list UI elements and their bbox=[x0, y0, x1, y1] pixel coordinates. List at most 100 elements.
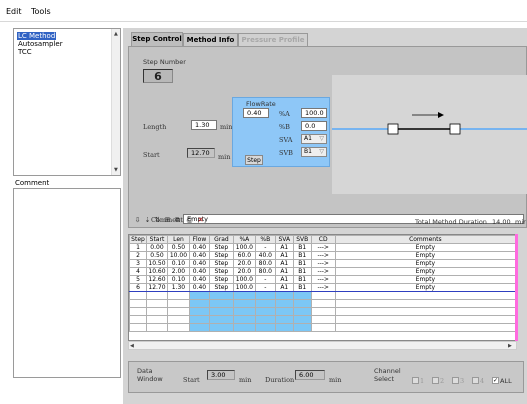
svb-select[interactable]: B1 ▽ bbox=[301, 147, 327, 157]
empty-row[interactable] bbox=[129, 315, 516, 324]
empty-row[interactable] bbox=[129, 323, 516, 332]
empty-cell[interactable] bbox=[254, 323, 276, 332]
table-cell[interactable]: 0.40 bbox=[188, 259, 210, 268]
table-cell[interactable]: A1 bbox=[274, 267, 294, 276]
empty-cell[interactable] bbox=[292, 299, 312, 308]
table-cell[interactable]: 0.40 bbox=[188, 243, 210, 252]
empty-cell[interactable] bbox=[129, 323, 147, 332]
dw-duration-field[interactable]: 6.00 bbox=[295, 370, 325, 380]
empty-cell[interactable] bbox=[129, 291, 147, 300]
tab-method-info[interactable]: Method Info bbox=[183, 33, 238, 46]
table-cell[interactable]: 10.00 bbox=[166, 251, 190, 260]
empty-cell[interactable] bbox=[232, 315, 256, 324]
table-cell[interactable]: ---> bbox=[310, 283, 336, 292]
table-cell[interactable]: 1 bbox=[129, 243, 147, 252]
table-cell[interactable]: 100.0 bbox=[232, 283, 256, 292]
table-cell[interactable]: ---> bbox=[310, 259, 336, 268]
append-step-icon[interactable]: ⇣ bbox=[143, 216, 152, 225]
empty-cell[interactable] bbox=[188, 315, 210, 324]
table-cell[interactable]: 0.40 bbox=[188, 267, 210, 276]
column-header[interactable]: %A bbox=[232, 235, 256, 244]
column-header[interactable]: SVB bbox=[292, 235, 312, 244]
table-cell[interactable]: A1 bbox=[274, 259, 294, 268]
menu-tools[interactable]: Tools bbox=[31, 7, 51, 16]
empty-cell[interactable] bbox=[334, 299, 516, 308]
length-input[interactable]: 1.30 bbox=[191, 120, 217, 130]
table-cell[interactable]: Step bbox=[208, 251, 234, 260]
table-cell[interactable]: A1 bbox=[274, 251, 294, 260]
table-row[interactable]: 4 10.60 2.00 0.40 Step 20.0 80.0 A1 B1 ---> Empty bbox=[129, 267, 516, 276]
empty-cell[interactable] bbox=[188, 299, 210, 308]
sva-select[interactable]: A1 ▽ bbox=[301, 134, 327, 144]
table-cell[interactable]: B1 bbox=[292, 275, 312, 284]
table-row[interactable]: 2 0.50 10.00 0.40 Step 60.0 40.0 A1 B1 ---> Empty bbox=[129, 251, 516, 260]
empty-cell[interactable] bbox=[208, 291, 234, 300]
empty-cell[interactable] bbox=[334, 307, 516, 316]
table-cell[interactable]: ---> bbox=[310, 251, 336, 260]
flowrate-input[interactable]: 0.40 bbox=[243, 108, 269, 118]
empty-cell[interactable] bbox=[274, 291, 294, 300]
empty-cell[interactable] bbox=[129, 307, 147, 316]
empty-cell[interactable] bbox=[292, 307, 312, 316]
table-cell[interactable]: Empty bbox=[334, 267, 516, 276]
table-cell[interactable]: - bbox=[254, 283, 276, 292]
table-cell[interactable]: 80.0 bbox=[254, 267, 276, 276]
channel-3-checkbox[interactable] bbox=[452, 377, 459, 384]
empty-cell[interactable] bbox=[310, 291, 336, 300]
empty-cell[interactable] bbox=[254, 299, 276, 308]
table-cell[interactable]: 1.30 bbox=[166, 283, 190, 292]
empty-cell[interactable] bbox=[232, 307, 256, 316]
table-cell[interactable]: 6 bbox=[129, 283, 147, 292]
table-cell[interactable]: 0.00 bbox=[145, 243, 168, 252]
empty-cell[interactable] bbox=[166, 307, 190, 316]
column-header[interactable]: Len bbox=[166, 235, 190, 244]
table-cell[interactable]: 60.0 bbox=[232, 251, 256, 260]
empty-cell[interactable] bbox=[232, 299, 256, 308]
table-cell[interactable]: 20.0 bbox=[232, 259, 256, 268]
table-cell[interactable]: Step bbox=[208, 243, 234, 252]
print-icon[interactable]: ⎙ bbox=[185, 216, 194, 225]
scroll-left-icon[interactable]: ◀ bbox=[130, 343, 134, 349]
table-cell[interactable]: - bbox=[254, 243, 276, 252]
table-cell[interactable]: Step bbox=[208, 267, 234, 276]
empty-cell[interactable] bbox=[145, 315, 168, 324]
table-cell[interactable]: 0.10 bbox=[166, 275, 190, 284]
empty-cell[interactable] bbox=[188, 323, 210, 332]
table-cell[interactable]: B1 bbox=[292, 283, 312, 292]
table-cell[interactable]: Empty bbox=[334, 283, 516, 292]
empty-cell[interactable] bbox=[254, 307, 276, 316]
all-channels-checkbox[interactable]: ✓ bbox=[492, 377, 499, 384]
empty-cell[interactable] bbox=[166, 299, 190, 308]
tree-scrollbar[interactable]: ▲ ▼ bbox=[111, 29, 120, 175]
module-tree[interactable]: LC Method Autosampler TCC ▲ ▼ bbox=[13, 28, 121, 176]
empty-cell[interactable] bbox=[292, 323, 312, 332]
channel-4-checkbox[interactable] bbox=[472, 377, 479, 384]
table-cell[interactable]: - bbox=[254, 275, 276, 284]
table-cell[interactable]: 10.50 bbox=[145, 259, 168, 268]
pct-b-input[interactable]: 0.0 bbox=[301, 121, 327, 131]
table-cell[interactable]: ---> bbox=[310, 275, 336, 284]
empty-cell[interactable] bbox=[232, 291, 256, 300]
comment-textarea[interactable] bbox=[13, 188, 121, 378]
empty-cell[interactable] bbox=[188, 307, 210, 316]
table-cell[interactable]: 12.60 bbox=[145, 275, 168, 284]
column-header[interactable]: CD bbox=[310, 235, 336, 244]
empty-cell[interactable] bbox=[254, 291, 276, 300]
table-row[interactable]: 6 12.70 1.30 0.40 Step 100.0- A1 B1 ---> Empty bbox=[129, 283, 516, 292]
tree-item-autosampler[interactable]: Autosampler bbox=[17, 40, 64, 48]
empty-cell[interactable] bbox=[145, 307, 168, 316]
table-cell[interactable]: 100.0 bbox=[232, 243, 256, 252]
scroll-down-icon[interactable]: ▼ bbox=[114, 167, 118, 173]
table-cell[interactable]: 40.0 bbox=[254, 251, 276, 260]
tab-step-control[interactable]: Step Control bbox=[131, 32, 183, 46]
empty-cell[interactable] bbox=[274, 315, 294, 324]
empty-cell[interactable] bbox=[274, 299, 294, 308]
channel-1-checkbox[interactable] bbox=[412, 377, 419, 384]
table-row[interactable]: 1 0.00 0.50 0.40 Step 100.0- A1 B1 ---> Empty bbox=[129, 243, 516, 252]
table-cell[interactable]: ---> bbox=[310, 243, 336, 252]
sort-icon[interactable]: ⇅ bbox=[153, 216, 162, 225]
table-cell[interactable]: B1 bbox=[292, 267, 312, 276]
table-cell[interactable]: 0.50 bbox=[166, 243, 190, 252]
table-cell[interactable]: 12.70 bbox=[145, 283, 168, 292]
empty-cell[interactable] bbox=[145, 291, 168, 300]
